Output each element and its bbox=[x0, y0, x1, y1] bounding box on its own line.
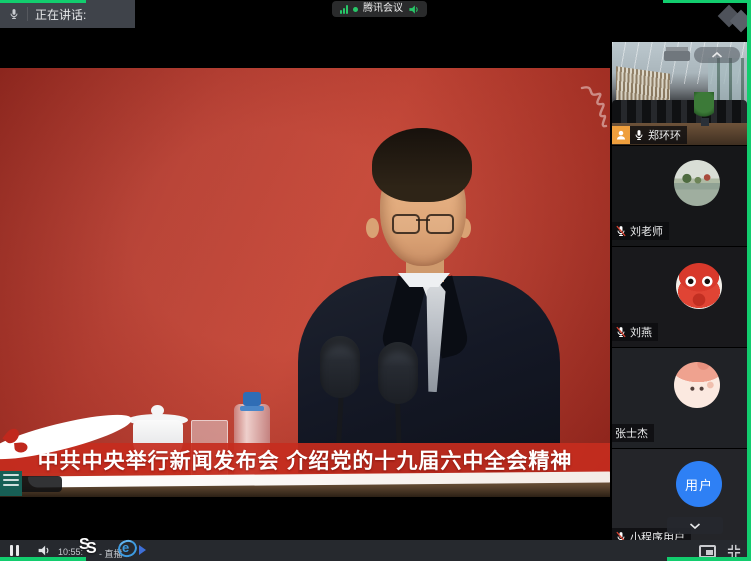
microphone-icon bbox=[8, 8, 20, 20]
screen-share-border-right bbox=[747, 0, 751, 561]
screen-share-border-bottom-left bbox=[0, 557, 86, 561]
person-badge-icon bbox=[612, 126, 630, 144]
participant-name: 刘燕 bbox=[630, 324, 652, 340]
exit-fullscreen-button[interactable] bbox=[727, 544, 741, 558]
participant-avatar bbox=[674, 362, 720, 408]
header-divider bbox=[27, 7, 28, 21]
meeting-pill-label: 腾讯会议 bbox=[363, 1, 403, 17]
participant-avatar bbox=[674, 160, 720, 206]
water-bottle-ring bbox=[240, 406, 264, 411]
participant-tile-liulaoshi[interactable]: 刘老师 bbox=[612, 146, 747, 246]
participant-name: 郑环环 bbox=[648, 127, 681, 143]
speaker-hair bbox=[372, 128, 472, 202]
mic-on-icon bbox=[633, 129, 645, 141]
signal-strength-icon bbox=[340, 5, 348, 14]
screen-share-border-top-right bbox=[663, 0, 751, 3]
participant-avatar: 用户 bbox=[676, 461, 722, 507]
room-plant-pot bbox=[701, 118, 709, 126]
pause-button[interactable] bbox=[10, 545, 22, 556]
participant-tile-zhenghuanhuan[interactable]: 郑环环 bbox=[612, 42, 747, 145]
mic-muted-icon bbox=[615, 225, 627, 237]
participant-name: 张士杰 bbox=[615, 425, 648, 441]
blue-play-badge-icon bbox=[139, 545, 146, 555]
news-caption-text: 中共中央举行新闻发布会 介绍党的十九届六中全会精神 bbox=[38, 445, 573, 475]
ss-logo-icon: SS bbox=[79, 536, 103, 558]
participant-name-tag: 张士杰 bbox=[612, 424, 654, 442]
speaker-glasses bbox=[392, 214, 454, 234]
collapse-panel-button[interactable] bbox=[694, 47, 740, 63]
speaker-icon bbox=[408, 4, 419, 15]
teacup-knob bbox=[151, 405, 164, 416]
active-speaker-header: 正在讲话: bbox=[0, 0, 135, 28]
participant-tile-liuyan[interactable]: 刘燕 bbox=[612, 247, 747, 347]
participant-avatar bbox=[676, 263, 722, 309]
status-dot-icon bbox=[353, 7, 358, 12]
participant-tile-miniprogram-user[interactable]: 用户 小程序用户 bbox=[612, 449, 747, 548]
participant-name-tag: 刘燕 bbox=[612, 323, 658, 341]
speaker-ear-left bbox=[366, 218, 379, 238]
collapse-list-button[interactable] bbox=[667, 517, 723, 534]
participant-name: 刘老师 bbox=[630, 223, 663, 239]
room-projector bbox=[664, 51, 690, 61]
participant-name-tag: 郑环环 bbox=[612, 126, 687, 144]
mic-muted-icon bbox=[615, 326, 627, 338]
broadcast-info-tab bbox=[22, 476, 62, 492]
screen-share-border-top-left bbox=[0, 0, 86, 3]
volume-button[interactable] bbox=[37, 544, 50, 557]
chevron-down-icon bbox=[689, 522, 701, 530]
microphone-left bbox=[320, 336, 360, 398]
internet-explorer-icon[interactable]: e bbox=[118, 538, 137, 557]
meeting-status-pill[interactable]: 腾讯会议 bbox=[332, 1, 427, 17]
avatar-initial: 用户 bbox=[685, 475, 713, 494]
shared-screen-video[interactable]: 中共中央举行新闻发布会 介绍党的十九届六中全会精神 bbox=[0, 68, 610, 497]
water-bottle-cap bbox=[243, 392, 261, 406]
microphone-right bbox=[378, 342, 418, 404]
chevron-up-icon bbox=[711, 51, 723, 59]
participant-tile-zhangshijie[interactable]: 张士杰 bbox=[612, 348, 747, 448]
broadcast-info-box bbox=[0, 471, 22, 496]
screen-share-border-bottom-right bbox=[667, 557, 751, 561]
participant-name-tag: 刘老师 bbox=[612, 222, 669, 240]
broadcast-watermark bbox=[576, 82, 608, 132]
active-speaker-label: 正在讲话: bbox=[35, 6, 86, 23]
